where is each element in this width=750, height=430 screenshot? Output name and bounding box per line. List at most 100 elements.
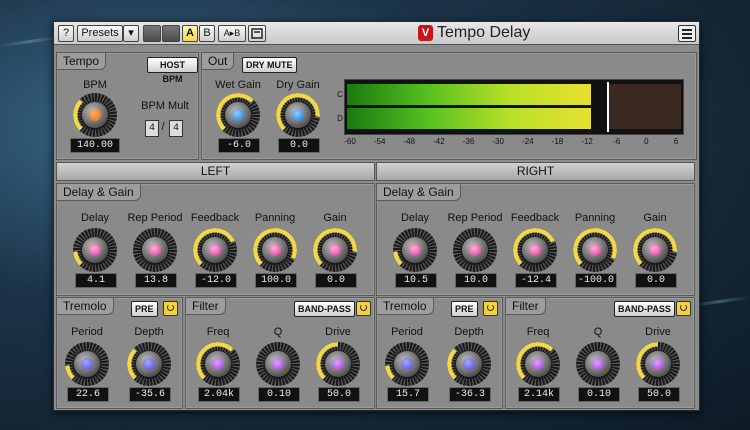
dry-gain-knob[interactable]: [276, 93, 320, 137]
wet-gain-value[interactable]: -6.0: [218, 138, 260, 153]
meter-bar-c: [347, 84, 591, 105]
left-panning-knob[interactable]: [253, 228, 297, 272]
undo-button[interactable]: [143, 25, 161, 42]
meter-tick-label: -60: [344, 137, 356, 146]
meter-tick-label: -42: [433, 137, 445, 146]
out-title: Out: [201, 52, 235, 70]
left-tremolo-title: Tremolo: [56, 297, 114, 315]
compare-b-button[interactable]: B: [199, 25, 215, 42]
left-tremolo-period-knob[interactable]: [65, 342, 109, 386]
bpm-label: BPM: [83, 79, 107, 91]
left-tremolo-depth-value[interactable]: -35.6: [129, 387, 171, 402]
bpm-value[interactable]: 140.00: [70, 138, 120, 153]
right-filter-power-icon[interactable]: [676, 301, 691, 316]
menu-icon[interactable]: [678, 25, 696, 42]
left-filter-mode-button[interactable]: BAND-PASS: [294, 301, 355, 317]
right-feedback-value[interactable]: -12.4: [515, 273, 557, 288]
meter-peak-marker: [607, 82, 609, 132]
left-feedback-knob[interactable]: [193, 228, 237, 272]
bpm-mult-separator: /: [161, 121, 165, 133]
left-rep-period-value[interactable]: 13.8: [135, 273, 177, 288]
right-tremolo-period-label: Period: [391, 326, 423, 338]
left-filter-drive-knob[interactable]: [316, 342, 360, 386]
meter-scale: -60 -54 -48 -42 -36 -30 -24 -18 -12 -6 0 6: [344, 137, 682, 149]
right-panning-value[interactable]: -100.0: [575, 273, 617, 288]
right-tremolo-pre-button[interactable]: PRE: [451, 301, 478, 317]
right-panning-knob[interactable]: [573, 228, 617, 272]
meter-tick-label: -24: [522, 137, 534, 146]
dry-gain-label: Dry Gain: [276, 79, 320, 91]
right-gain-knob[interactable]: [633, 228, 677, 272]
plugin-title: Tempo Delay: [437, 24, 531, 41]
left-rep-period-knob[interactable]: [133, 228, 177, 272]
left-delay-gain-title: Delay & Gain: [56, 183, 141, 201]
host-bpm-button[interactable]: HOST BPM: [147, 57, 198, 84]
compare-a-button[interactable]: A: [182, 25, 198, 42]
left-panning-value[interactable]: 100.0: [255, 273, 297, 288]
right-tremolo-depth-knob[interactable]: [447, 342, 491, 386]
bpm-mult-numerator[interactable]: 4: [145, 120, 159, 137]
right-tremolo-depth-value[interactable]: -36.3: [449, 387, 491, 402]
title-bar: ? Presets ▾ A B A▸B V Tempo Delay: [54, 22, 699, 45]
left-gain-knob[interactable]: [313, 228, 357, 272]
dry-mute-button[interactable]: DRY MUTE: [242, 57, 297, 73]
right-tremolo-power-icon[interactable]: [483, 301, 498, 316]
left-tremolo-depth-knob[interactable]: [127, 342, 171, 386]
presets-dropdown-icon[interactable]: ▾: [123, 25, 139, 42]
left-panning-label: Panning: [254, 212, 296, 224]
right-rep-period-knob[interactable]: [453, 228, 497, 272]
left-filter-power-icon[interactable]: [356, 301, 371, 316]
presets-button[interactable]: Presets: [77, 25, 123, 42]
right-filter-q-value[interactable]: 0.10: [578, 387, 620, 402]
left-filter-drive-value[interactable]: 50.0: [318, 387, 360, 402]
meter-tick-label: -48: [403, 137, 416, 146]
left-tremolo-period-value[interactable]: 22.6: [67, 387, 109, 402]
meter-tick-label: -6: [613, 137, 621, 146]
save-preset-icon[interactable]: [248, 25, 266, 42]
bpm-mult-denominator[interactable]: 4: [169, 120, 183, 137]
right-tremolo-period-value[interactable]: 15.7: [387, 387, 429, 402]
meter-overload-zone: [607, 84, 681, 129]
left-delay-value[interactable]: 4.1: [75, 273, 117, 288]
background-streak: [0, 35, 60, 48]
left-tremolo-power-icon[interactable]: [163, 301, 178, 316]
left-filter-freq-value[interactable]: 2.04k: [198, 387, 240, 402]
right-gain-value[interactable]: 0.0: [635, 273, 677, 288]
right-delay-knob[interactable]: [393, 228, 437, 272]
left-filter-q-knob[interactable]: [256, 342, 300, 386]
right-delay-value[interactable]: 10.5: [395, 273, 437, 288]
left-filter-freq-knob[interactable]: [196, 342, 240, 386]
right-filter-q-knob[interactable]: [576, 342, 620, 386]
right-filter-panel: Filter BAND-PASS Freq 2.14k Q 0.10 Drive 50.0: [505, 297, 695, 409]
left-tremolo-pre-button[interactable]: PRE: [131, 301, 158, 317]
right-tremolo-depth-label: Depth: [454, 326, 484, 338]
redo-button[interactable]: [162, 25, 180, 42]
copy-a-to-b-button[interactable]: A▸B: [218, 25, 246, 42]
right-rep-period-value[interactable]: 10.0: [455, 273, 497, 288]
wet-gain-knob[interactable]: [216, 93, 260, 137]
right-filter-drive-value[interactable]: 50.0: [638, 387, 680, 402]
left-filter-q-value[interactable]: 0.10: [258, 387, 300, 402]
left-feedback-value[interactable]: -12.0: [195, 273, 237, 288]
right-filter-drive-label: Drive: [645, 326, 671, 338]
tempo-title: Tempo: [56, 52, 107, 70]
right-filter-q-label: Q: [593, 326, 603, 338]
right-filter-freq-label: Freq: [526, 326, 550, 338]
right-filter-drive-knob[interactable]: [636, 342, 680, 386]
right-filter-mode-button[interactable]: BAND-PASS: [614, 301, 675, 317]
help-button[interactable]: ?: [58, 25, 74, 42]
left-rep-period-label: Rep Period: [127, 212, 183, 224]
right-panning-label: Panning: [574, 212, 616, 224]
right-filter-freq-knob[interactable]: [516, 342, 560, 386]
left-tremolo-panel: Tremolo PRE Period 22.6 Depth -35.6: [56, 297, 183, 409]
right-filter-freq-value[interactable]: 2.14k: [518, 387, 560, 402]
left-delay-label: Delay: [80, 212, 110, 224]
left-gain-value[interactable]: 0.0: [315, 273, 357, 288]
right-tremolo-period-knob[interactable]: [385, 342, 429, 386]
left-delay-knob[interactable]: [73, 228, 117, 272]
dry-gain-value[interactable]: 0.0: [278, 138, 320, 153]
right-feedback-knob[interactable]: [513, 228, 557, 272]
right-rep-period-label: Rep Period: [447, 212, 503, 224]
bpm-knob[interactable]: [73, 93, 117, 137]
left-filter-panel: Filter BAND-PASS Freq 2.04k Q 0.10 Drive 50.0: [185, 297, 375, 409]
